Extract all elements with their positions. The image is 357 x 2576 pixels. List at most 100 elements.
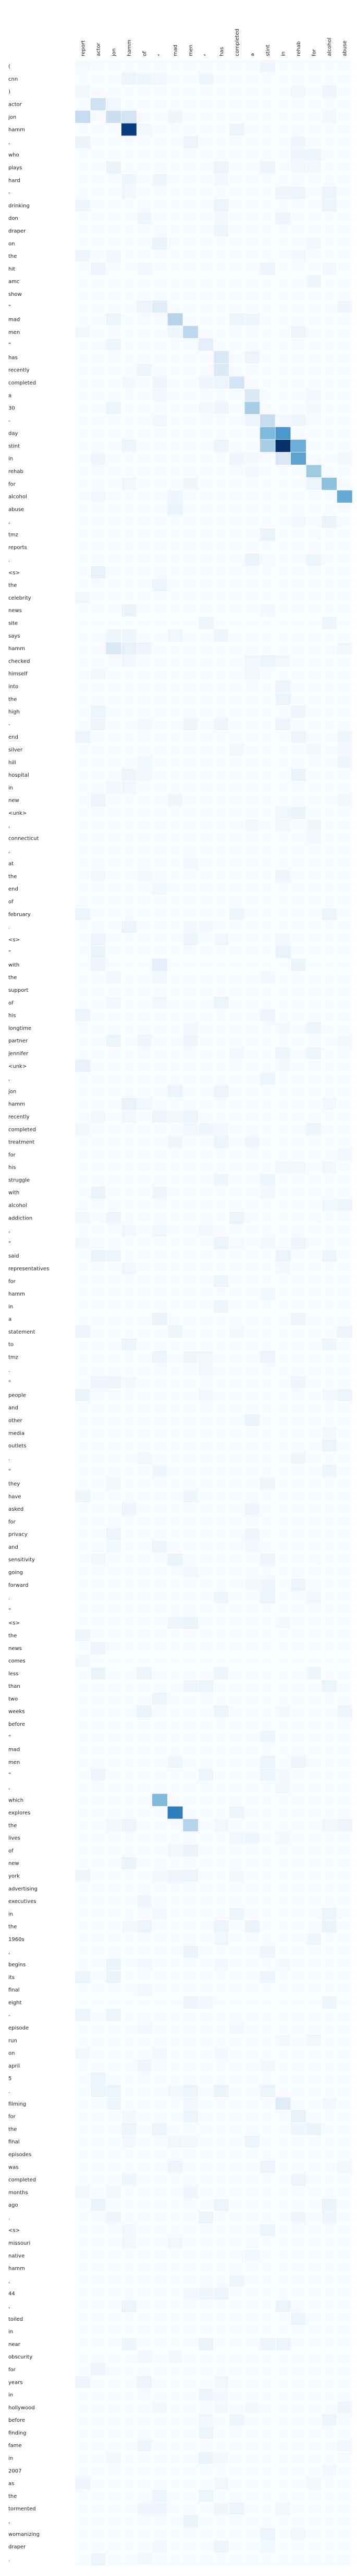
heatmap-cell (306, 135, 322, 149)
heatmap-cell (260, 2477, 276, 2490)
heatmap-cell (152, 1236, 168, 1250)
heatmap-cell (290, 1123, 306, 1136)
heatmap-cell (229, 351, 245, 364)
heatmap-cell (152, 945, 168, 959)
heatmap-cell (306, 895, 322, 908)
heatmap-cell (260, 1882, 276, 1895)
y-tick-label: of (8, 1848, 14, 1854)
heatmap-cell (213, 1287, 229, 1300)
heatmap-cell (152, 2426, 168, 2440)
heatmap-cell (121, 224, 137, 238)
heatmap-cell (198, 1718, 214, 1731)
heatmap-cell (90, 882, 106, 895)
heatmap-cell (105, 907, 121, 921)
heatmap-cell (198, 1983, 214, 1997)
heatmap-cell (260, 2274, 276, 2287)
heatmap-cell (244, 2261, 260, 2275)
heatmap-cell (321, 237, 337, 250)
heatmap-cell (75, 2021, 91, 2034)
heatmap-cell (182, 819, 199, 832)
heatmap-cell (337, 2097, 353, 2110)
heatmap-cell (182, 2198, 199, 2212)
heatmap-cell (244, 2110, 260, 2123)
heatmap-cell (321, 2198, 337, 2212)
heatmap-cell (75, 1755, 91, 1769)
heatmap-cell (321, 250, 337, 263)
heatmap-cell (198, 389, 214, 402)
heatmap-cell (229, 1831, 245, 1845)
heatmap-cell (337, 1819, 353, 1832)
heatmap-cell (260, 2527, 276, 2541)
heatmap-cell (275, 2426, 291, 2440)
heatmap-cell (337, 553, 353, 567)
heatmap-cell (306, 198, 322, 212)
heatmap-cell (290, 1540, 306, 1553)
heatmap-cell (260, 338, 276, 352)
heatmap-cell (182, 2312, 199, 2325)
heatmap-cell (75, 1996, 91, 2009)
heatmap-cell (136, 2274, 153, 2287)
heatmap-cell (152, 717, 168, 731)
heatmap-cell (136, 2502, 153, 2516)
heatmap-cell (167, 250, 183, 263)
heatmap-cell (337, 300, 353, 314)
heatmap-cell (198, 1426, 214, 1440)
heatmap-cell (121, 186, 137, 200)
heatmap-cell (136, 1059, 153, 1073)
heatmap-cell (244, 198, 260, 212)
heatmap-cell (244, 1527, 260, 1541)
heatmap-cell (198, 490, 214, 503)
heatmap-cell (321, 1274, 337, 1288)
heatmap-cell (105, 1527, 121, 1541)
heatmap-cell (90, 831, 106, 845)
heatmap-cell (90, 1857, 106, 1870)
heatmap-cell (105, 1718, 121, 1731)
heatmap-cell (213, 211, 229, 225)
y-tick-label: himself (8, 671, 28, 677)
heatmap-cell (152, 135, 168, 149)
heatmap-cell (213, 1110, 229, 1123)
heatmap-cell (337, 857, 353, 870)
heatmap-cell (152, 1262, 168, 1275)
heatmap-cell (90, 945, 106, 959)
heatmap-cell (337, 1603, 353, 1617)
heatmap-cell (229, 692, 245, 706)
heatmap-cell (260, 1958, 276, 1971)
heatmap-cell (337, 2160, 353, 2174)
heatmap-cell (167, 2413, 183, 2427)
heatmap-cell (306, 2198, 322, 2212)
heatmap-cell (260, 1844, 276, 1857)
heatmap-cell (121, 2515, 137, 2528)
heatmap-cell (260, 1047, 276, 1060)
heatmap-cell (90, 895, 106, 908)
heatmap-cell (213, 831, 229, 845)
heatmap-cell (244, 1819, 260, 1832)
heatmap-cell (167, 2274, 183, 2287)
heatmap-cell (121, 2540, 137, 2554)
heatmap-cell (105, 2148, 121, 2161)
y-tick-label: drinking (8, 203, 30, 209)
heatmap-cell (337, 1426, 353, 1440)
heatmap-cell (182, 945, 199, 959)
heatmap-cell (321, 1819, 337, 1832)
heatmap-cell (167, 1641, 183, 1655)
y-tick-label: day (8, 431, 18, 437)
y-tick-label: ago (8, 2202, 18, 2208)
heatmap-cell (167, 1945, 183, 1959)
heatmap-cell (90, 1489, 106, 1503)
heatmap-cell (75, 1186, 91, 1199)
heatmap-cell (306, 1755, 322, 1769)
y-tick-label: don (8, 216, 18, 221)
heatmap-cell (290, 1224, 306, 1237)
heatmap-cell (260, 300, 276, 314)
heatmap-cell (136, 1148, 153, 1161)
heatmap-cell (244, 819, 260, 832)
heatmap-cell (136, 1857, 153, 1870)
heatmap-cell (337, 1692, 353, 1706)
heatmap-cell (213, 148, 229, 161)
heatmap-cell (260, 2287, 276, 2300)
heatmap-cell (306, 2185, 322, 2199)
heatmap-cell (121, 528, 137, 541)
heatmap-cell (75, 920, 91, 934)
heatmap-cell (337, 2046, 353, 2060)
